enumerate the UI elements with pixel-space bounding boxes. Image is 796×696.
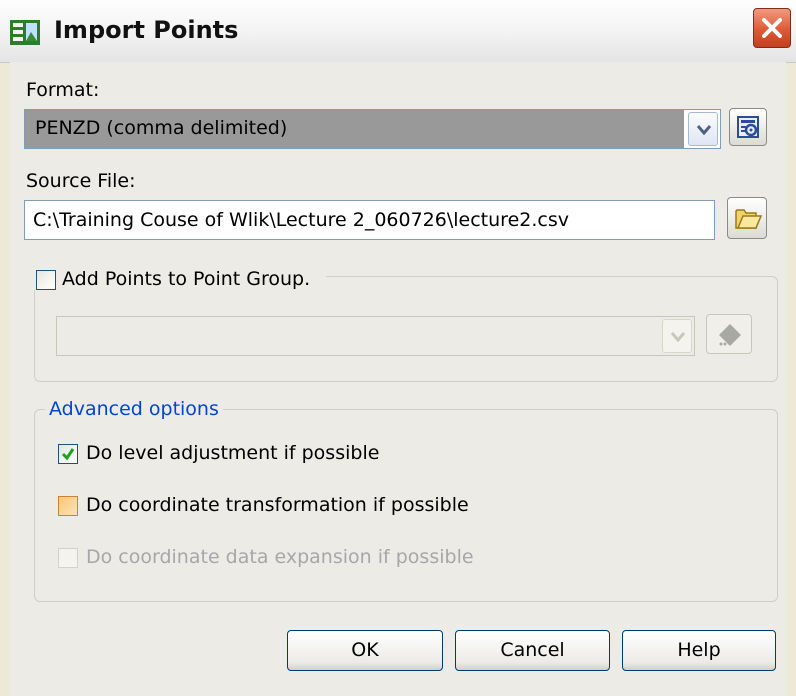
source-file-label: Source File: [26,170,136,192]
window-title: Import Points [54,16,239,44]
source-file-input[interactable] [24,200,715,240]
format-dropdown-button[interactable] [688,112,718,146]
ok-button[interactable]: OK [287,630,443,671]
browse-file-button[interactable] [727,197,767,239]
create-point-group-button[interactable] [706,314,752,354]
data-expansion-label: Do coordinate data expansion if possible [86,546,474,568]
level-adjustment-checkbox[interactable] [58,444,78,464]
format-selected-value: PENZD (comma delimited) [25,110,684,148]
manage-formats-icon [737,116,759,138]
close-button[interactable] [753,8,791,48]
title-bar[interactable]: Import Points [0,0,796,63]
point-group-dropdown-button[interactable] [662,319,692,353]
folder-open-icon [735,209,762,229]
help-button[interactable]: Help [622,630,776,671]
chevron-down-icon [671,332,685,342]
point-group-dropdown[interactable] [56,316,695,356]
cancel-button[interactable]: Cancel [455,630,610,671]
create-point-group-icon [719,324,741,346]
add-to-point-group-label: Add Points to Point Group. [62,268,311,290]
format-label: Format: [26,79,100,101]
close-icon [762,18,782,38]
add-to-point-group-checkbox[interactable] [36,270,56,290]
level-adjustment-label: Do level adjustment if possible [86,442,380,464]
data-expansion-checkbox[interactable] [58,548,78,568]
chevron-down-icon [697,125,711,135]
advanced-options-legend: Advanced options [45,398,223,420]
coordinate-transformation-label: Do coordinate transformation if possible [86,494,469,516]
import-points-app-icon [10,20,40,45]
checkmark-icon [61,448,75,461]
coordinate-transformation-checkbox[interactable] [58,496,78,516]
manage-formats-button[interactable] [729,108,767,146]
format-dropdown[interactable]: PENZD (comma delimited) [24,109,721,149]
